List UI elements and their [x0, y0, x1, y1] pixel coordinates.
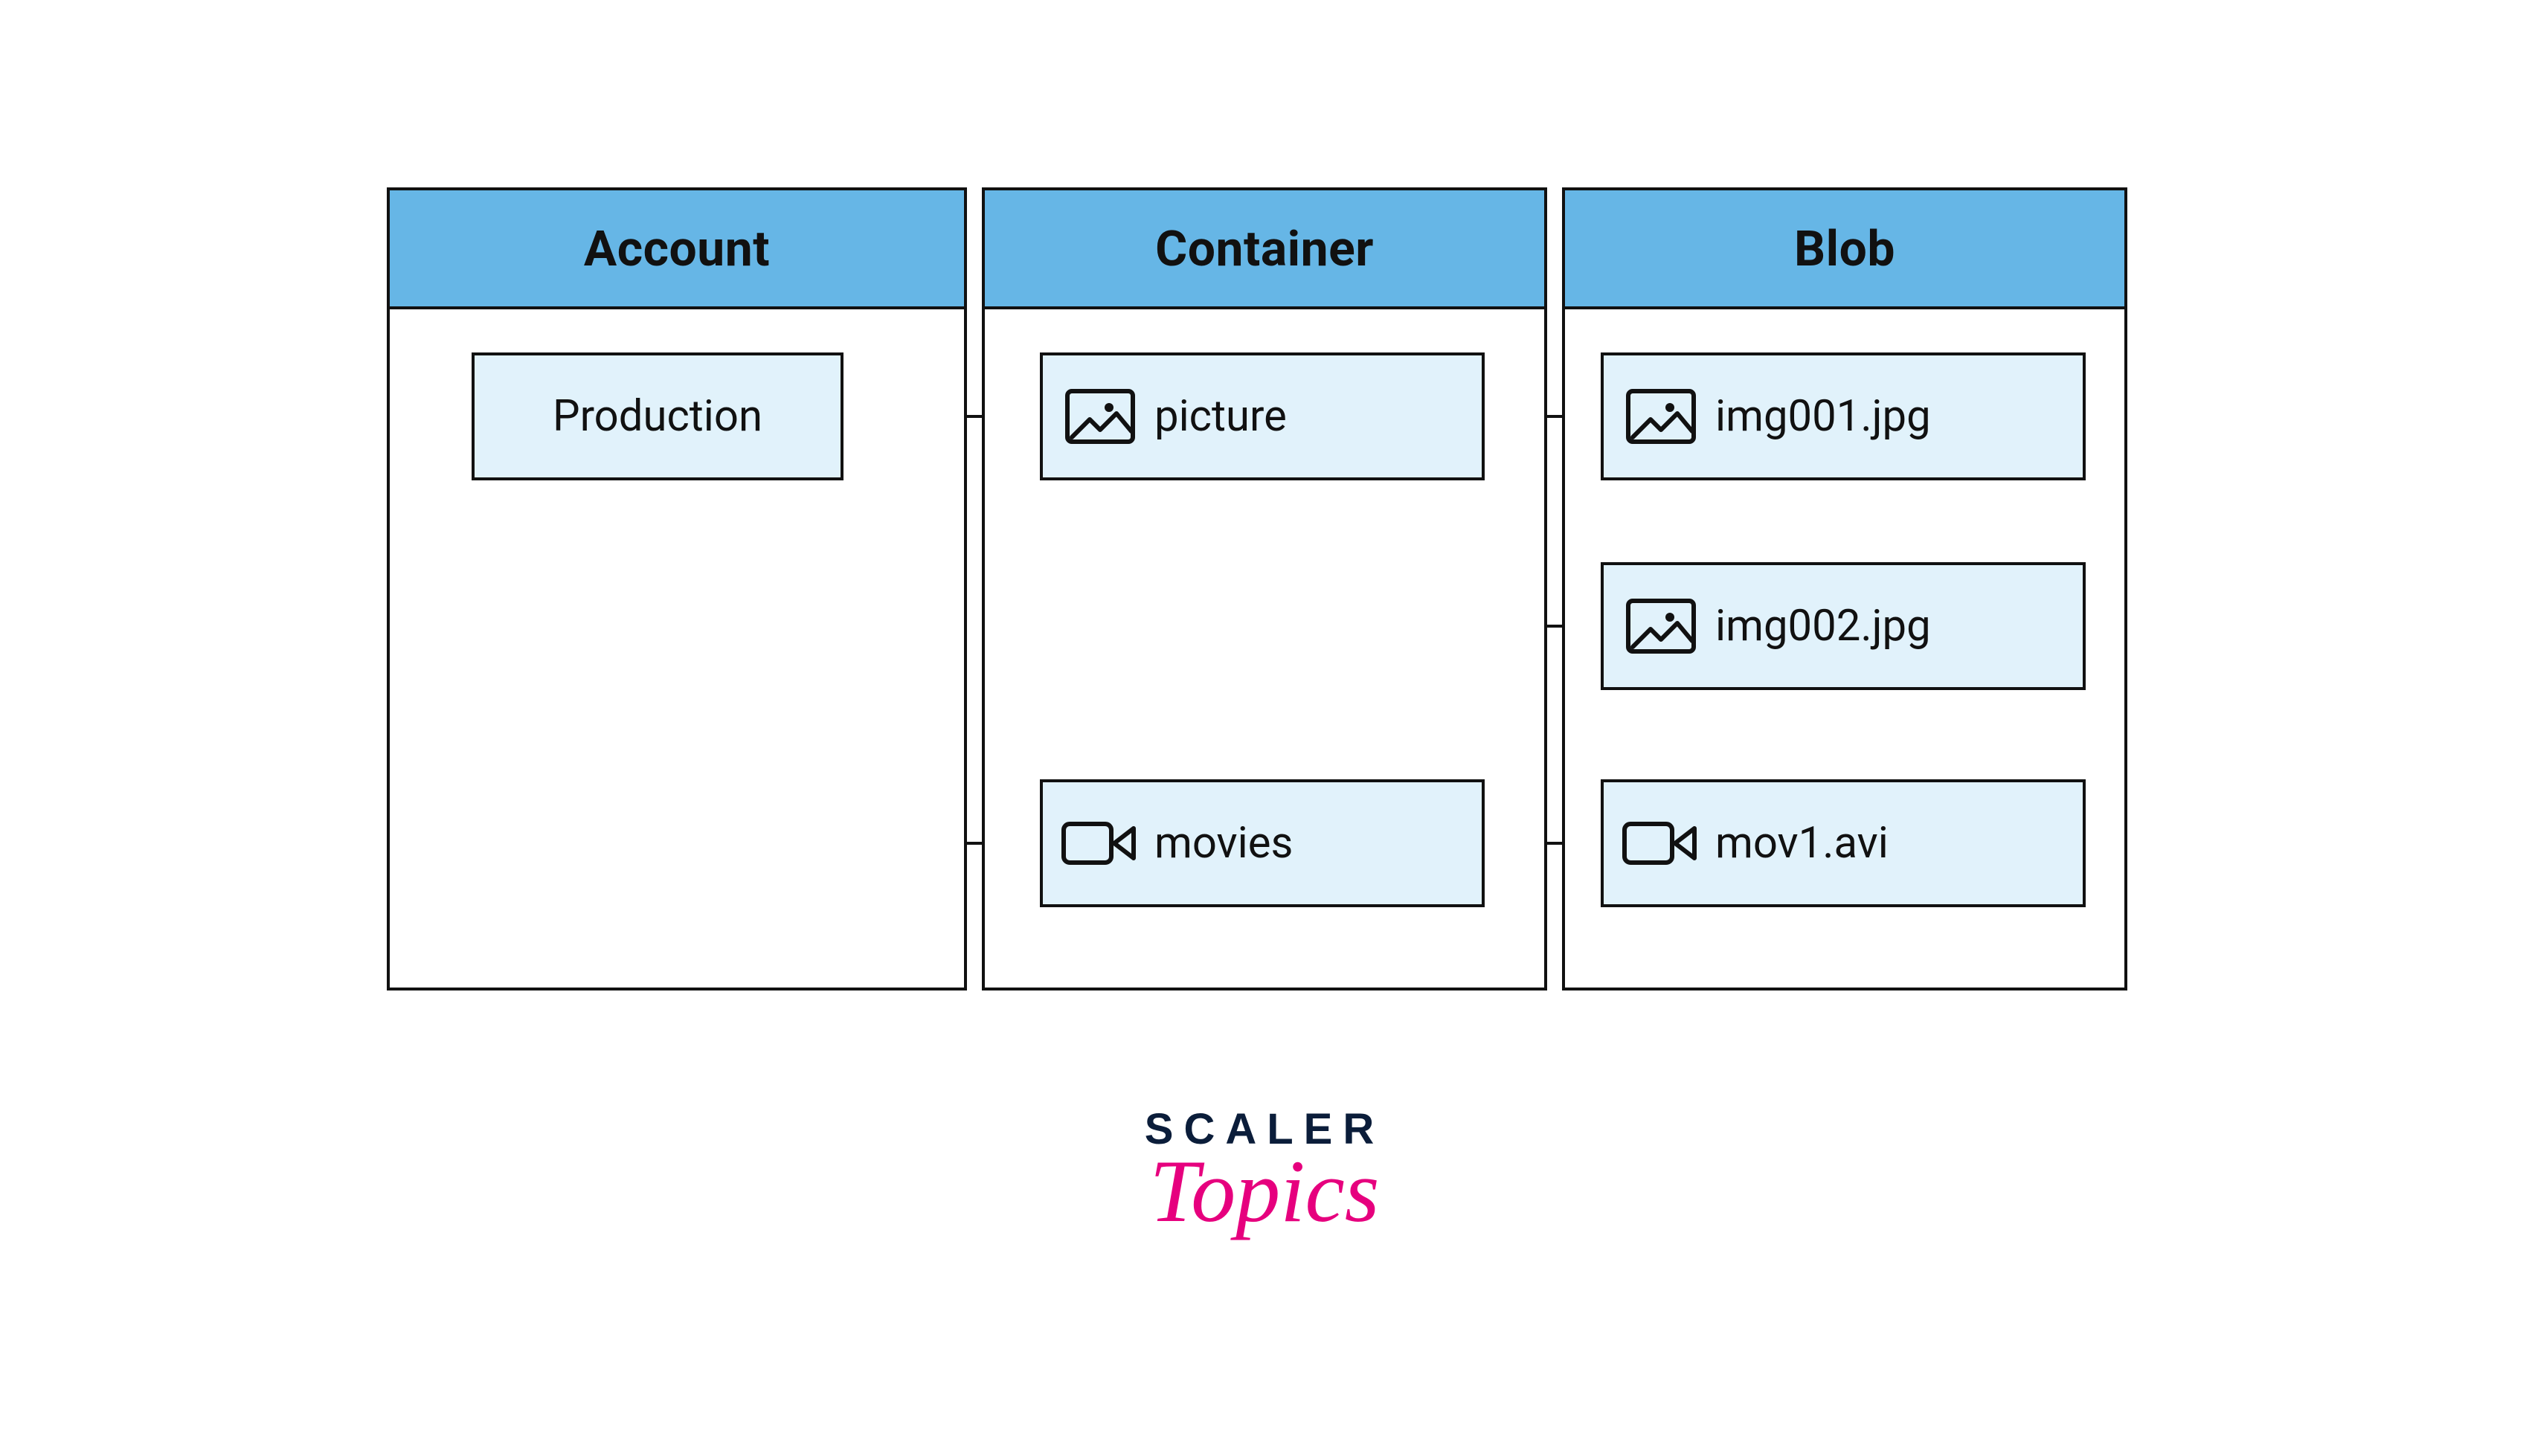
column-header-blob: Blob	[1565, 190, 2124, 309]
video-icon	[1059, 814, 1141, 873]
diagram-stage: Account Container Blob Production pictur…	[0, 0, 2529, 1456]
node-mov1-label: mov1.avi	[1715, 818, 1889, 869]
image-icon	[1620, 596, 1702, 656]
node-img001-label: img001.jpg	[1715, 391, 1931, 442]
node-img002: img002.jpg	[1601, 562, 2086, 690]
video-icon	[1620, 814, 1702, 873]
node-production: Production	[472, 352, 843, 480]
node-img002-label: img002.jpg	[1715, 601, 1931, 651]
image-icon	[1620, 387, 1702, 446]
node-img001: img001.jpg	[1601, 352, 2086, 480]
column-header-account: Account	[390, 190, 964, 309]
image-icon	[1059, 387, 1141, 446]
node-picture-label: picture	[1154, 391, 1287, 442]
column-account: Account	[387, 187, 967, 990]
node-production-label: Production	[553, 391, 762, 442]
node-movies-label: movies	[1154, 818, 1293, 869]
scaler-topics-logo: SCALER Topics	[1145, 1108, 1384, 1236]
node-mov1: mov1.avi	[1601, 779, 2086, 907]
column-header-container: Container	[985, 190, 1544, 309]
node-picture: picture	[1040, 352, 1485, 480]
node-movies: movies	[1040, 779, 1485, 907]
logo-line2: Topics	[1145, 1147, 1384, 1236]
